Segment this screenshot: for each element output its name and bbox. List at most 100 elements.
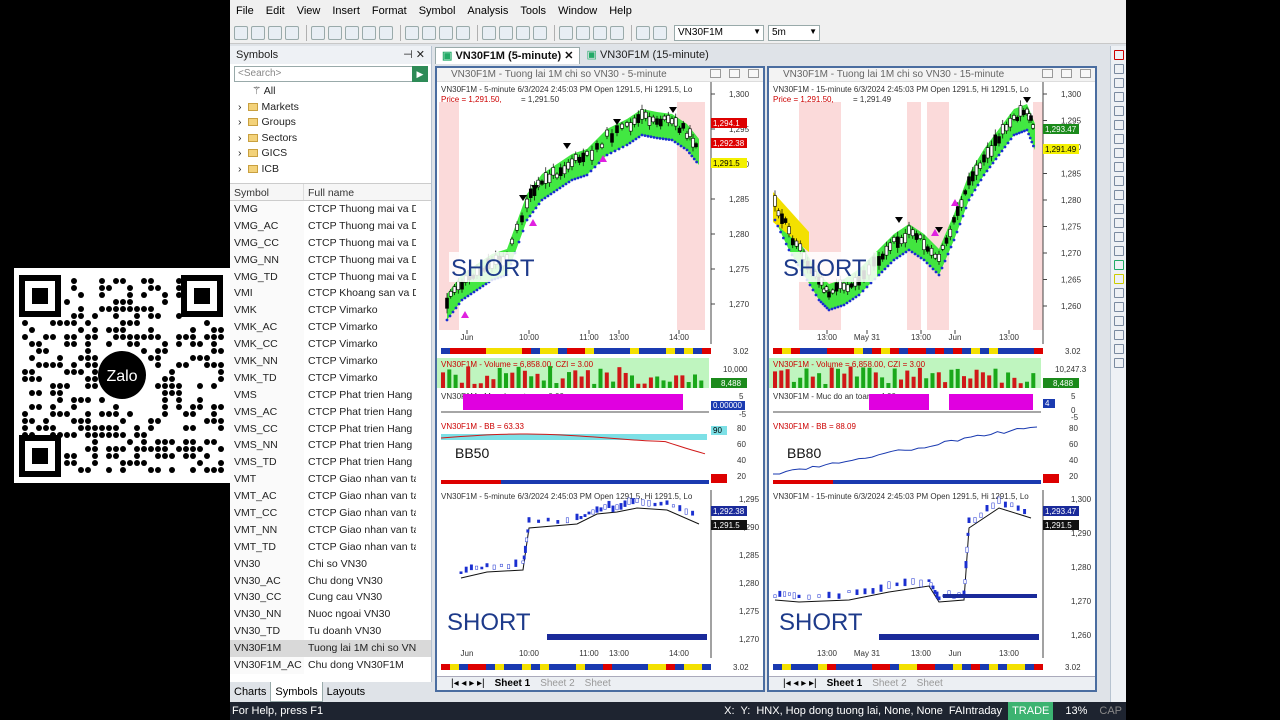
line-icon[interactable]	[1113, 64, 1124, 74]
symbol-row[interactable]: VMS_NN CTCP Phat trien Hang H	[230, 437, 431, 455]
menu-format[interactable]: Format	[366, 0, 413, 22]
tree-item-groups[interactable]: › Groups	[230, 115, 431, 131]
symbol-row[interactable]: VMT_TD CTCP Giao nhan van tai	[230, 538, 431, 556]
delete-icon[interactable]	[379, 25, 393, 40]
symbol-row[interactable]: VN30_AC Chu dong VN30	[230, 572, 431, 590]
tab-charts[interactable]: Charts	[230, 682, 270, 702]
close-icon[interactable]: ✕	[564, 50, 573, 62]
symbol-row[interactable]: VN30_NN Nuoc ngoai VN30	[230, 606, 431, 624]
symbol-row[interactable]: VMG_NN CTCP Thuong mai va D	[230, 251, 431, 269]
tree-item-all[interactable]: ⚚ All	[230, 84, 431, 100]
trade-badge[interactable]: TRADE	[1008, 702, 1054, 720]
symbol-row[interactable]: VMI CTCP Khoang san va Da	[230, 285, 431, 303]
style-icon[interactable]	[1113, 330, 1124, 340]
symbol-row[interactable]: VN30F1M Tuong lai 1M chi so VN	[230, 640, 431, 658]
symbol-row[interactable]: VMK CTCP Vimarko	[230, 302, 431, 320]
menu-file[interactable]: File	[230, 0, 260, 22]
forward-icon[interactable]	[422, 25, 436, 40]
tab-symbols[interactable]: Symbols	[270, 682, 323, 702]
maximize-icon[interactable]	[729, 69, 740, 78]
symbol-row[interactable]: VMT_AC CTCP Giao nhan van tai	[230, 488, 431, 506]
zoom-icon[interactable]	[1113, 246, 1124, 256]
close-icon[interactable]	[1080, 69, 1091, 78]
italic-icon[interactable]	[1113, 288, 1124, 298]
cursor-icon[interactable]	[1113, 50, 1124, 60]
tree-item-gics[interactable]: › GICS	[230, 146, 431, 162]
bold-icon[interactable]	[1113, 302, 1124, 312]
symbol-row[interactable]: VMS_AC CTCP Phat trien Hang H	[230, 403, 431, 421]
go-icon[interactable]: ▶	[412, 66, 428, 82]
triangle-icon[interactable]	[1113, 190, 1124, 200]
tab-sheet-3[interactable]: Sheet	[917, 678, 943, 689]
pen-icon[interactable]	[559, 25, 573, 40]
symbol-row[interactable]: VMS CTCP Phat trien Hang H	[230, 386, 431, 404]
copy-icon[interactable]	[345, 25, 359, 40]
maximize-icon[interactable]	[1061, 69, 1072, 78]
symbol-row[interactable]: VMS_CC CTCP Phat trien Hang H	[230, 420, 431, 438]
undo-icon[interactable]	[610, 25, 624, 40]
sheet-nav-icon[interactable]: |◂ ◂ ▸ ▸|	[451, 678, 485, 689]
settings-icon[interactable]	[636, 25, 650, 40]
menu-insert[interactable]: Insert	[326, 0, 366, 22]
tab-sheet-1[interactable]: Sheet 1	[495, 678, 531, 689]
symbol-row[interactable]: VMT CTCP Giao nhan van tai	[230, 471, 431, 489]
symbol-row[interactable]: VMK_CC CTCP Vimarko	[230, 336, 431, 354]
tab-15-minute[interactable]: ▣ VN30F1M (15-minute)	[580, 47, 714, 64]
symbol-row[interactable]: VMG_TD CTCP Thuong mai va D	[230, 268, 431, 286]
width-icon[interactable]	[1113, 316, 1124, 326]
horizontal-line-icon[interactable]	[1113, 106, 1124, 116]
tab-sheet-1[interactable]: Sheet 1	[827, 678, 863, 689]
channel-icon[interactable]	[1113, 120, 1124, 130]
col-symbol[interactable]: Symbol	[230, 184, 304, 200]
save-all-icon[interactable]	[285, 25, 299, 40]
tab-sheet-3[interactable]: Sheet	[585, 678, 611, 689]
properties-icon[interactable]	[1113, 358, 1124, 368]
tree-item-sectors[interactable]: › Sectors	[230, 131, 431, 147]
tab-sheet-2[interactable]: Sheet 2	[872, 678, 906, 689]
minimize-icon[interactable]	[710, 69, 721, 78]
symbol-row[interactable]: VN30F1M_AC Chu dong VN30F1M	[230, 657, 431, 674]
new-icon[interactable]	[234, 25, 248, 40]
fibonacci-icon[interactable]	[1113, 134, 1124, 144]
open-icon[interactable]	[251, 25, 265, 40]
gann-icon[interactable]	[1113, 232, 1124, 242]
ray-icon[interactable]	[593, 25, 607, 40]
symbol-row[interactable]: VMT_CC CTCP Giao nhan van tai	[230, 505, 431, 522]
arrow-icon[interactable]	[1113, 204, 1124, 214]
print-icon[interactable]	[311, 25, 325, 40]
symbol-row[interactable]: VMG_CC CTCP Thuong mai va D	[230, 234, 431, 252]
symbol-row[interactable]: VMG CTCP Thuong mai va D	[230, 201, 431, 218]
chart-panes-15min[interactable]: VN30F1M - 15-minute 6/3/2024 2:45:03 PM …	[769, 82, 1095, 678]
tab-layouts[interactable]: Layouts	[323, 682, 370, 702]
menu-tools[interactable]: Tools	[514, 0, 552, 22]
vertical-line-icon[interactable]	[1113, 92, 1124, 102]
fill-icon[interactable]	[1113, 274, 1124, 284]
symbol-row[interactable]: VMT_NN CTCP Giao nhan van tai	[230, 521, 431, 539]
pitchfork-icon[interactable]	[1113, 218, 1124, 228]
zoom-in-icon[interactable]	[439, 25, 453, 40]
info-icon[interactable]	[482, 25, 496, 40]
symbol-row[interactable]: VMG_AC CTCP Thuong mai va D	[230, 217, 431, 235]
layout-icon[interactable]	[533, 25, 547, 40]
menu-view[interactable]: View	[291, 0, 327, 22]
tree-item-markets[interactable]: › Markets	[230, 100, 431, 116]
symbol-row[interactable]: VN30_CC Cung cau VN30	[230, 589, 431, 607]
close-icon[interactable]	[748, 69, 759, 78]
save-icon[interactable]	[268, 25, 282, 40]
symbol-row[interactable]: VMS_TD CTCP Phat trien Hang H	[230, 454, 431, 472]
chart-icon[interactable]	[516, 25, 530, 40]
color-icon[interactable]	[1113, 260, 1124, 270]
symbol-row[interactable]: VN30 Chi so VN30	[230, 555, 431, 573]
grid-icon[interactable]	[1113, 344, 1124, 354]
symbol-combo[interactable]: VN30F1M ▼	[674, 24, 764, 41]
interval-combo[interactable]: 5m ▼	[768, 24, 820, 41]
menu-window[interactable]: Window	[552, 0, 603, 22]
ray-icon[interactable]	[1113, 78, 1124, 88]
symbol-row[interactable]: VN30_TD Tu doanh VN30	[230, 623, 431, 641]
line-icon[interactable]	[576, 25, 590, 40]
symbol-row[interactable]: VMK_NN CTCP Vimarko	[230, 353, 431, 370]
minimize-icon[interactable]	[1042, 69, 1053, 78]
refresh-icon[interactable]	[653, 25, 667, 40]
rectangle-icon[interactable]	[1113, 148, 1124, 158]
back-icon[interactable]	[405, 25, 419, 40]
